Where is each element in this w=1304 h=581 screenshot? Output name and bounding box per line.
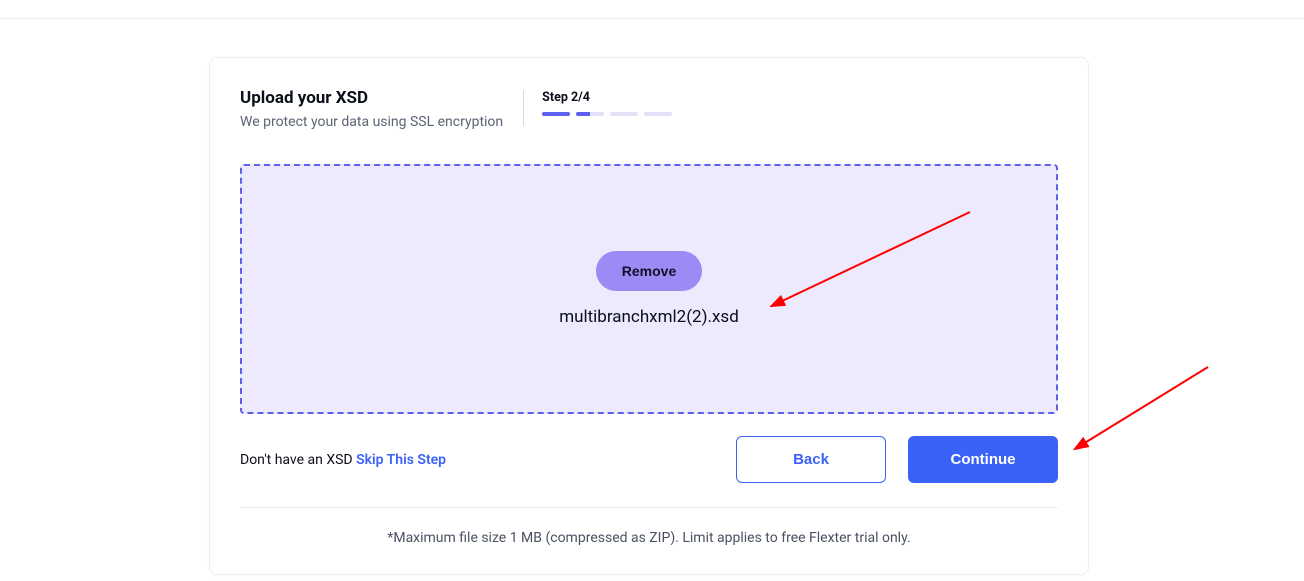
footnote-text: *Maximum file size 1 MB (compressed as Z…: [240, 530, 1058, 546]
card-title: Upload your XSD: [240, 88, 503, 108]
skip-link[interactable]: Skip This Step: [356, 452, 446, 468]
remove-button[interactable]: Remove: [596, 251, 702, 291]
progress-segments: [542, 112, 672, 116]
button-group: Back Continue: [736, 436, 1058, 483]
annotation-arrow-2: [1073, 362, 1218, 454]
upload-card: Upload your XSD We protect your data usi…: [209, 57, 1089, 575]
progress-seg-4: [644, 112, 672, 116]
uploaded-filename: multibranchxml2(2).xsd: [559, 307, 739, 327]
card-subtitle: We protect your data using SSL encryptio…: [240, 114, 503, 130]
skip-prefix: Don't have an XSD: [240, 452, 356, 468]
card-header: Upload your XSD We protect your data usi…: [240, 88, 1058, 130]
header-text-block: Upload your XSD We protect your data usi…: [240, 88, 523, 130]
file-dropzone[interactable]: Remove multibranchxml2(2).xsd: [240, 164, 1058, 414]
vertical-divider: [523, 90, 524, 126]
progress-seg-1: [542, 112, 570, 116]
progress-seg-2: [576, 112, 604, 116]
step-label: Step 2/4: [542, 90, 672, 105]
actions-row: Don't have an XSD Skip This Step Back Co…: [240, 436, 1058, 508]
step-indicator: Step 2/4: [542, 90, 672, 116]
skip-text: Don't have an XSD Skip This Step: [240, 452, 446, 468]
back-button[interactable]: Back: [736, 436, 886, 483]
page-top-divider: [0, 18, 1304, 19]
progress-seg-3: [610, 112, 638, 116]
continue-button[interactable]: Continue: [908, 436, 1058, 483]
